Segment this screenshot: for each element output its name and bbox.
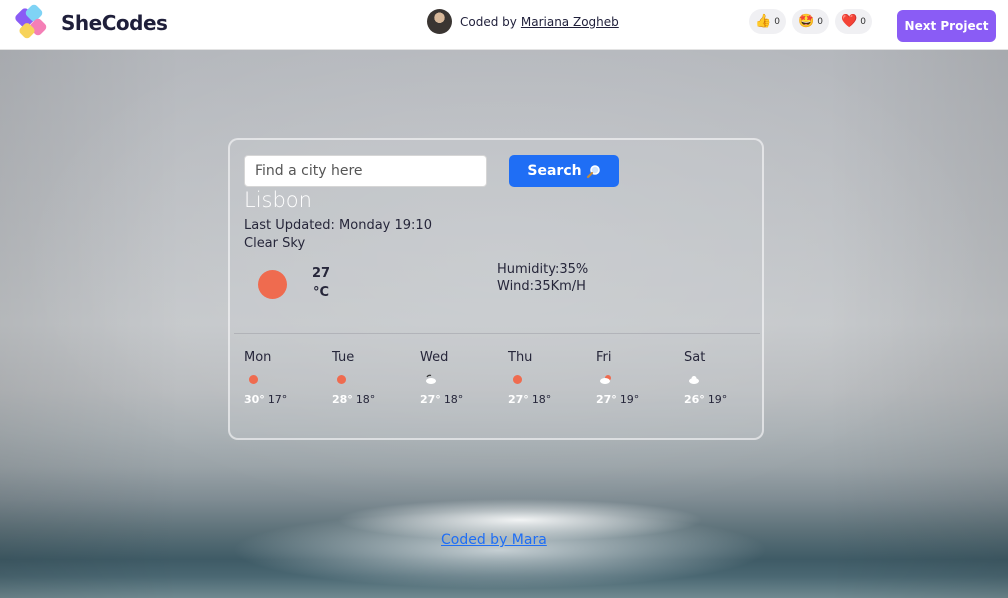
shecodes-logo-icon	[15, 4, 47, 39]
cloud-icon	[689, 376, 699, 384]
sun-icon	[258, 270, 287, 299]
forecast-low: 19°	[707, 393, 728, 406]
forecast-day-name: Wed	[420, 350, 449, 365]
footer-source-link[interactable]: Coded by Mara	[441, 532, 547, 548]
coded-by: Coded by Mariana Zogheb	[427, 9, 619, 34]
forecast-day: Mon 30° 17°	[244, 350, 324, 406]
reaction-heart[interactable]: ❤️ 0	[835, 9, 872, 34]
sun-icon	[513, 375, 522, 384]
forecast-low: 18°	[355, 393, 376, 406]
brand-name: SheCodes	[61, 11, 168, 35]
search-button-label: Search	[527, 163, 582, 179]
sun-icon	[337, 375, 346, 384]
reaction-count: 0	[860, 16, 866, 27]
forecast-high: 27°	[420, 393, 441, 406]
sun-icon	[249, 375, 258, 384]
forecast-day: Sat 26° 19°	[684, 350, 764, 406]
wind: Wind:35Km/H	[497, 279, 586, 294]
author-link[interactable]: Mariana Zogheb	[521, 15, 619, 29]
weather-card: Search Lisbon Last Updated: Monday 19:10…	[228, 138, 764, 440]
top-bar: SheCodes Coded by Mariana Zogheb 👍 0 🤩 0…	[0, 0, 1008, 50]
forecast-day-name: Fri	[596, 350, 612, 365]
forecast-high: 28°	[332, 393, 353, 406]
forecast-day: Wed 27° 18°	[420, 350, 500, 406]
forecast-day-name: Sat	[684, 350, 706, 365]
forecast-day-name: Thu	[508, 350, 533, 365]
forecast-day: Thu 27° 18°	[508, 350, 588, 406]
forecast-high: 26°	[684, 393, 705, 406]
reaction-star-struck[interactable]: 🤩 0	[792, 9, 829, 34]
shecodes-logo[interactable]: SheCodes	[13, 2, 168, 44]
author-avatar	[427, 9, 452, 34]
heart-icon: ❤️	[841, 14, 858, 29]
forecast-day-name: Tue	[332, 350, 355, 365]
forecast-high: 27°	[508, 393, 529, 406]
search-button[interactable]: Search	[509, 155, 619, 187]
forecast-low: 17°	[267, 393, 288, 406]
humidity: Humidity:35%	[497, 262, 589, 277]
forecast-day: Tue 28° 18°	[332, 350, 412, 406]
forecast-day-name: Mon	[244, 350, 272, 365]
weather-condition: Clear Sky	[244, 236, 306, 251]
forecast-day: Fri 27° 19°	[596, 350, 676, 406]
city-search-input[interactable]	[244, 155, 487, 187]
thumbs-up-icon: 👍	[755, 14, 772, 29]
forecast-high: 27°	[596, 393, 617, 406]
sun-cloud-icon	[600, 375, 611, 384]
city-name: Lisbon	[244, 188, 312, 212]
reactions: 👍 0 🤩 0 ❤️ 0	[749, 9, 872, 34]
last-updated: Last Updated: Monday 19:10	[244, 218, 432, 233]
forecast: Mon 30° 17° Tue 28° 18° Wed 27° 18° Thu 27°…	[244, 350, 754, 420]
reaction-count: 0	[817, 16, 823, 27]
divider	[234, 333, 760, 334]
temperature-unit[interactable]: °C	[313, 285, 329, 300]
forecast-high: 30°	[244, 393, 265, 406]
forecast-low: 18°	[531, 393, 552, 406]
next-project-button[interactable]: Next Project	[897, 10, 996, 42]
coded-by-label: Coded by	[460, 14, 517, 29]
reaction-count: 0	[774, 16, 780, 27]
current-temperature: 27	[312, 266, 331, 281]
cloud-night-icon	[426, 374, 436, 384]
magnifier-icon	[586, 164, 600, 178]
reaction-thumbs-up[interactable]: 👍 0	[749, 9, 786, 34]
forecast-low: 19°	[619, 393, 640, 406]
forecast-low: 18°	[443, 393, 464, 406]
star-struck-icon: 🤩	[798, 14, 815, 29]
